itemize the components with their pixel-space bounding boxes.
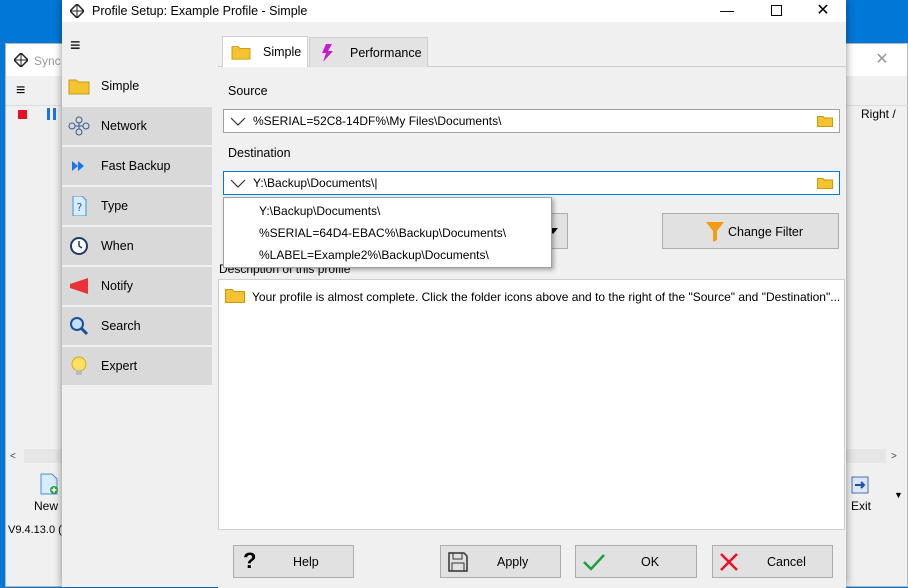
chevron-down-icon[interactable] (230, 114, 246, 128)
sidebar-item-label: Expert (101, 359, 138, 373)
scroll-right-icon[interactable]: > (891, 451, 897, 462)
new-profile-icon[interactable] (40, 473, 58, 495)
sidebar-item-notify[interactable]: Notify (62, 267, 212, 307)
stop-icon[interactable] (18, 110, 27, 119)
folder-icon (68, 79, 90, 95)
sidebar-item-network[interactable]: Network (62, 107, 212, 147)
destination-label: Destination (228, 146, 291, 160)
sidebar-item-label: Notify (101, 279, 133, 293)
right-column-header[interactable]: Right / (861, 107, 896, 121)
dropdown-item[interactable]: %LABEL=Example2%\Backup\Documents\ (259, 248, 489, 262)
sidebar-item-label: Type (101, 199, 129, 213)
help-button-label: Help (293, 555, 319, 569)
folder-icon[interactable] (817, 115, 833, 127)
minimize-button[interactable]: — (704, 0, 750, 22)
folder-icon (231, 46, 251, 60)
maximize-icon (771, 5, 782, 16)
lightning-icon (322, 44, 333, 62)
app-logo-icon (70, 4, 84, 18)
help-icon: ? (243, 548, 257, 573)
magnifier-icon (70, 317, 89, 336)
sidebar-item-label: Simple (101, 79, 140, 93)
close-button[interactable]: ✕ (800, 0, 846, 22)
network-icon (68, 116, 90, 136)
app-logo-icon (14, 53, 28, 67)
apply-button[interactable]: Apply (440, 545, 561, 578)
source-label: Source (228, 84, 268, 98)
clock-icon (70, 237, 88, 255)
exit-button-label[interactable]: Exit (851, 499, 871, 513)
ok-button-label: OK (641, 555, 660, 569)
toolbar-dropdown-icon[interactable]: ▼ (894, 490, 903, 500)
save-icon (448, 552, 468, 572)
destination-dropdown: Y:\Backup\Documents\ %SERIAL=64D4-EBAC%\… (223, 197, 552, 268)
destination-path[interactable]: Y:\Backup\Documents\| (253, 176, 378, 190)
lightbulb-icon (71, 356, 87, 375)
change-filter-label: Change Filter (728, 225, 804, 239)
exit-icon[interactable] (851, 476, 869, 494)
filter-icon (706, 222, 724, 242)
source-combo[interactable]: %SERIAL=52C8-14DF%\My Files\Documents\ (223, 109, 840, 133)
megaphone-icon (70, 278, 88, 294)
scroll-left-icon[interactable]: < (10, 451, 16, 462)
fast-forward-icon (72, 161, 84, 171)
sidebar-item-search[interactable]: Search (62, 307, 212, 347)
checkmark-icon (583, 554, 605, 571)
profile-setup-dialog: Profile Setup: Example Profile - Simple … (62, 0, 846, 588)
background-close-icon[interactable]: ✕ (868, 50, 896, 70)
tab-performance[interactable]: Performance (309, 37, 428, 67)
tab-simple[interactable]: Simple (222, 36, 308, 67)
dropdown-item[interactable]: %SERIAL=64D4-EBAC%\Backup\Documents\ (259, 226, 506, 240)
version-label: V9.4.13.0 (6 (8, 524, 64, 536)
help-button[interactable]: ? Help (233, 545, 354, 578)
description-text: Your profile is almost complete. Click t… (252, 290, 841, 304)
sidebar-item-simple[interactable]: Simple (62, 67, 212, 107)
hamburger-menu-icon[interactable]: ≡ (70, 36, 81, 54)
chevron-down-icon[interactable] (230, 176, 246, 190)
tab-label: Simple (263, 45, 302, 59)
sidebar-item-expert[interactable]: Expert (62, 347, 212, 387)
dropdown-item[interactable]: Y:\Backup\Documents\ (259, 204, 380, 218)
svg-text:?: ? (77, 201, 83, 214)
apply-button-label: Apply (497, 555, 529, 569)
sidebar-blank (62, 386, 212, 587)
tab-label: Performance (350, 46, 422, 60)
dialog-title: Profile Setup: Example Profile - Simple (92, 4, 308, 18)
ok-button[interactable]: OK (575, 545, 697, 578)
new-button-label[interactable]: New (34, 499, 58, 513)
sidebar-item-label: Network (101, 119, 147, 133)
sidebar-item-label: Search (101, 319, 141, 333)
dialog-title-bar: Profile Setup: Example Profile - Simple … (62, 0, 846, 22)
pause-icon[interactable] (46, 108, 58, 120)
cancel-button-label: Cancel (767, 555, 806, 569)
source-path: %SERIAL=52C8-14DF%\My Files\Documents\ (253, 114, 502, 128)
sidebar-item-when[interactable]: When (62, 227, 212, 267)
sidebar-item-label: When (101, 239, 134, 253)
sidebar-item-label: Fast Backup (101, 159, 171, 173)
folder-icon[interactable] (817, 177, 833, 189)
background-title: Sync (34, 54, 61, 68)
sidebar-item-type[interactable]: ? Type (62, 187, 212, 227)
cancel-button[interactable]: Cancel (712, 545, 833, 578)
question-file-icon: ? (72, 196, 87, 216)
destination-combo[interactable]: Y:\Backup\Documents\| (223, 171, 840, 195)
description-box[interactable] (218, 279, 845, 530)
maximize-button[interactable] (754, 0, 800, 22)
change-filter-button[interactable]: Change Filter (662, 213, 839, 249)
hamburger-menu-icon[interactable]: ≡ (16, 83, 25, 99)
sidebar-item-fast-backup[interactable]: Fast Backup (62, 147, 212, 187)
cancel-x-icon (720, 553, 738, 571)
folder-icon (225, 289, 245, 303)
